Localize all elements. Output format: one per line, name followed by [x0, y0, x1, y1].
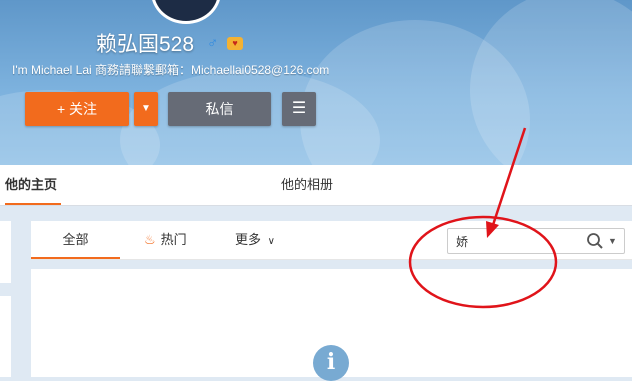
filter-tab-more-label: 更多 [235, 232, 262, 247]
more-menu-button[interactable]: ☰ [282, 92, 316, 126]
cover-cloud [470, 0, 632, 165]
sidebar-card [0, 221, 11, 283]
tab-album[interactable]: 他的相册 [281, 165, 333, 205]
follow-button[interactable]: + 关注 [25, 92, 129, 126]
profile-name: 赖弘国528 [96, 33, 195, 56]
avatar[interactable] [151, 0, 221, 24]
feed-filter-bar: 全部 ♨ 热门 更多 ∨ ▼ [31, 221, 632, 260]
menu-icon: ☰ [291, 100, 307, 117]
message-button[interactable]: 私信 [168, 92, 271, 126]
flame-icon: ♨ [144, 232, 156, 247]
filter-tab-more[interactable]: 更多 ∨ [235, 221, 275, 261]
info-icon: i [313, 345, 349, 381]
search-input[interactable] [456, 233, 576, 249]
filter-tab-hot[interactable]: ♨ 热门 [144, 221, 187, 259]
search-icon[interactable] [586, 232, 604, 250]
caret-down-icon: ▼ [141, 103, 151, 114]
chevron-down-icon: ∨ [267, 236, 275, 247]
vip-badge-icon[interactable]: ♥ [227, 37, 243, 50]
search-options-icon[interactable]: ▼ [608, 236, 617, 246]
tab-home[interactable]: 他的主页 [5, 165, 62, 205]
follow-dropdown-button[interactable]: ▼ [134, 92, 158, 126]
sidebar-card [0, 296, 11, 377]
profile-nav: 他的主页 他的相册 [0, 165, 632, 206]
profile-bio: I'm Michael Lai 商務請聯繫郵箱：Michaellai0528@1… [12, 63, 330, 77]
filter-tab-hot-label: 热门 [160, 232, 187, 247]
male-icon: ♂ [207, 35, 219, 52]
feed-search: ▼ [447, 228, 625, 254]
profile-cover: 赖弘国528 ♂ ♥ I'm Michael Lai 商務請聯繫郵箱：Micha… [0, 0, 632, 165]
filter-tab-all[interactable]: 全部 [31, 221, 120, 259]
